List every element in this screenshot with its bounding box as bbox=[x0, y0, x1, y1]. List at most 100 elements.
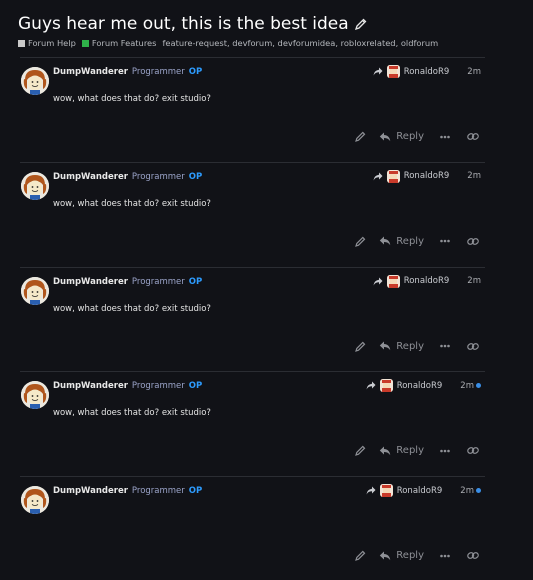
post-time[interactable]: 2m bbox=[467, 171, 481, 181]
reply-to-tab[interactable]: RonaldoR9 2m bbox=[373, 169, 481, 183]
edit-post-button[interactable] bbox=[355, 236, 366, 247]
reply-button-label: Reply bbox=[396, 445, 424, 457]
post-body: wow, what does that do? exit studio? bbox=[53, 303, 211, 314]
share-arrow-icon bbox=[373, 67, 383, 76]
reply-to-tab[interactable]: RonaldoR9 2m bbox=[373, 274, 481, 288]
reply-arrow-icon bbox=[380, 446, 391, 455]
ellipsis-icon bbox=[440, 135, 450, 138]
copy-link-button[interactable] bbox=[467, 446, 479, 455]
more-actions-button[interactable] bbox=[440, 344, 450, 348]
edit-post-button[interactable] bbox=[355, 550, 366, 561]
ellipsis-icon bbox=[440, 239, 450, 243]
ellipsis-icon bbox=[440, 344, 450, 348]
more-actions-button[interactable] bbox=[440, 554, 450, 558]
reply-button[interactable]: Reply bbox=[379, 131, 424, 142]
pencil-icon bbox=[355, 236, 366, 247]
reply-arrow-icon bbox=[380, 236, 391, 246]
topic-header: Guys hear me out, this is the best idea bbox=[18, 14, 367, 34]
post-time[interactable]: 2m bbox=[460, 381, 474, 391]
reply-user-avatar bbox=[379, 379, 393, 393]
avatar[interactable] bbox=[21, 381, 49, 410]
reply-button-label: Reply bbox=[396, 550, 424, 561]
username[interactable]: DumpWanderer bbox=[53, 486, 128, 496]
post-meta: DumpWanderer Programmer OP bbox=[53, 172, 202, 182]
op-badge: OP bbox=[188, 67, 203, 77]
post-meta: DumpWanderer Programmer OP bbox=[53, 277, 202, 287]
reply-user-avatar bbox=[386, 169, 400, 183]
reply-button-label: Reply bbox=[396, 131, 424, 142]
link-icon bbox=[467, 133, 479, 140]
post: DumpWanderer Programmer OP RonaldoR9 2m … bbox=[18, 476, 485, 580]
link-icon bbox=[467, 447, 479, 455]
post-time[interactable]: 2m bbox=[460, 486, 474, 496]
topic-title[interactable]: Guys hear me out, this is the best idea bbox=[18, 14, 349, 34]
edit-post-button[interactable] bbox=[355, 445, 366, 457]
reply-to-username: RonaldoR9 bbox=[403, 171, 450, 182]
avatar[interactable] bbox=[21, 171, 49, 200]
post-meta: DumpWanderer Programmer OP bbox=[53, 486, 202, 496]
reply-button[interactable]: Reply bbox=[379, 341, 424, 352]
edit-post-button[interactable] bbox=[355, 341, 366, 352]
unread-indicator bbox=[476, 383, 481, 389]
reply-to-tab[interactable]: RonaldoR9 2m bbox=[366, 379, 481, 393]
copy-link-button[interactable] bbox=[467, 237, 479, 246]
category-label: Forum Help bbox=[28, 38, 76, 48]
post-actions: Reply bbox=[355, 550, 485, 561]
reply-button[interactable]: Reply bbox=[379, 236, 424, 247]
post-time[interactable]: 2m bbox=[467, 276, 481, 286]
category-color-square bbox=[81, 39, 89, 47]
more-actions-button[interactable] bbox=[440, 135, 450, 139]
more-actions-button[interactable] bbox=[440, 239, 450, 243]
user-rank: Programmer bbox=[131, 486, 185, 496]
post-actions: Reply bbox=[355, 341, 485, 352]
pencil-icon bbox=[355, 131, 366, 142]
category-color-square bbox=[18, 39, 25, 47]
copy-link-button[interactable] bbox=[467, 342, 479, 351]
user-rank: Programmer bbox=[131, 381, 185, 392]
link-icon bbox=[467, 237, 479, 245]
avatar[interactable] bbox=[21, 276, 49, 305]
op-badge: OP bbox=[188, 171, 203, 182]
reply-button[interactable]: Reply bbox=[379, 445, 424, 456]
user-rank: Programmer bbox=[131, 171, 185, 182]
reply-to-tab[interactable]: RonaldoR9 2m bbox=[373, 65, 481, 78]
reply-arrow-icon bbox=[380, 551, 391, 560]
link-icon bbox=[467, 552, 479, 559]
avatar[interactable] bbox=[21, 486, 49, 514]
post-actions: Reply bbox=[355, 131, 485, 142]
post-actions: Reply bbox=[355, 236, 485, 247]
username[interactable]: DumpWanderer bbox=[53, 381, 128, 391]
ellipsis-icon bbox=[440, 449, 450, 453]
post-divider bbox=[20, 161, 485, 163]
reply-to-tab[interactable]: RonaldoR9 2m bbox=[366, 484, 481, 497]
username[interactable]: DumpWanderer bbox=[53, 277, 128, 287]
username[interactable]: DumpWanderer bbox=[53, 172, 128, 182]
post-divider bbox=[20, 57, 485, 58]
op-badge: OP bbox=[188, 276, 203, 287]
pencil-icon[interactable] bbox=[354, 18, 367, 30]
category-forum-features[interactable]: Forum Features bbox=[81, 38, 156, 48]
post-actions: Reply bbox=[355, 445, 485, 456]
post-body: wow, what does that do? exit studio? bbox=[53, 94, 211, 104]
post-body: wow, what does that do? exit studio? bbox=[53, 408, 211, 419]
op-badge: OP bbox=[188, 486, 203, 496]
edit-post-button[interactable] bbox=[355, 131, 366, 142]
copy-link-button[interactable] bbox=[467, 132, 479, 141]
reply-user-avatar bbox=[386, 274, 400, 288]
reply-arrow-icon bbox=[380, 132, 391, 141]
post-time[interactable]: 2m bbox=[467, 67, 481, 77]
category-forum-help[interactable]: Forum Help bbox=[18, 38, 76, 48]
post-body: wow, what does that do? exit studio? bbox=[53, 198, 211, 209]
copy-link-button[interactable] bbox=[467, 551, 479, 560]
op-badge: OP bbox=[188, 381, 203, 392]
user-rank: Programmer bbox=[131, 67, 185, 77]
reply-button[interactable]: Reply bbox=[379, 550, 424, 561]
pencil-icon bbox=[355, 550, 366, 561]
username[interactable]: DumpWanderer bbox=[53, 67, 128, 77]
user-rank: Programmer bbox=[131, 276, 185, 287]
topic-tags[interactable]: feature-request, devforum, devforumidea,… bbox=[162, 38, 438, 48]
post: DumpWanderer Programmer OP RonaldoR9 2m … bbox=[18, 266, 485, 371]
more-actions-button[interactable] bbox=[440, 449, 450, 453]
share-arrow-icon bbox=[373, 277, 383, 286]
avatar[interactable] bbox=[21, 67, 49, 95]
